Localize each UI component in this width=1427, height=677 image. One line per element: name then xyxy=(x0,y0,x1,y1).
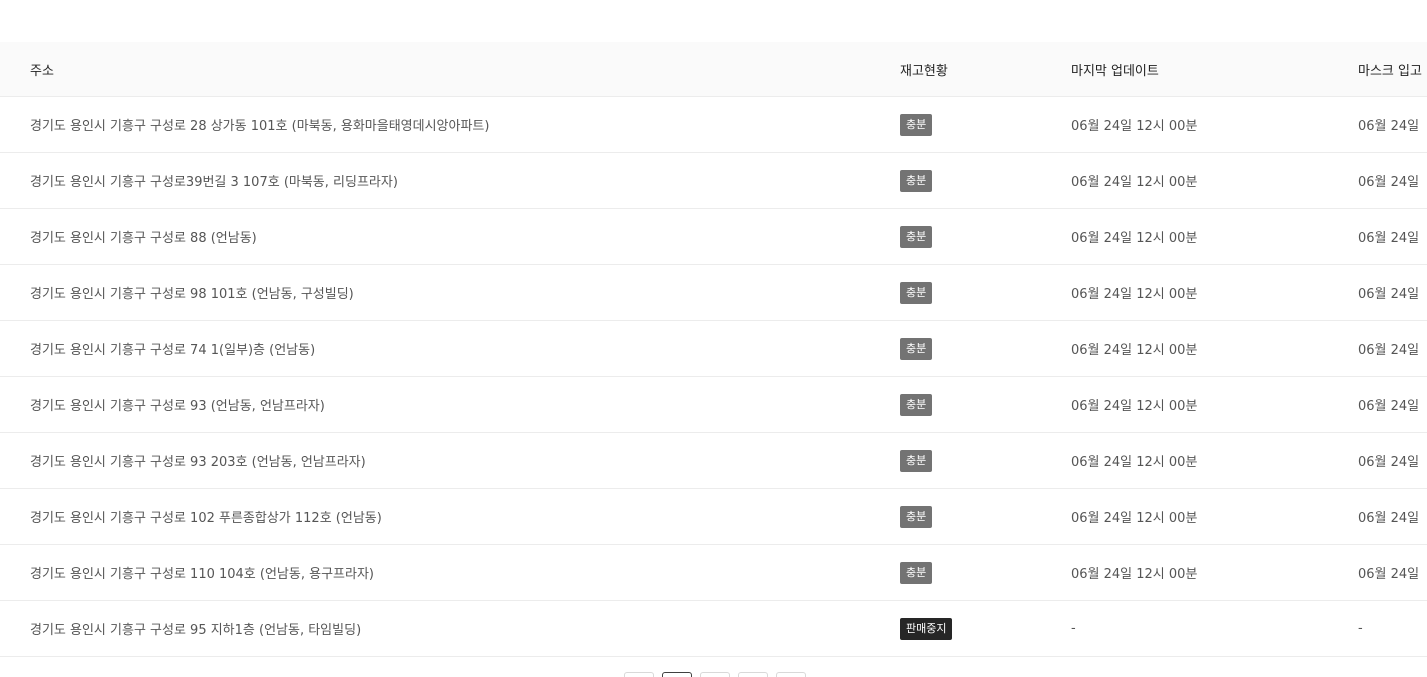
stock-badge: 충분 xyxy=(900,505,933,528)
header-stock: 재고현황 xyxy=(900,63,948,79)
row-mask-in: 06월 24일 xyxy=(1358,287,1420,302)
row-address: 경기도 용인시 기흥구 구성로 28 상가동 101호 (마북동, 용화마을태영… xyxy=(30,119,490,134)
row-last-update: 06월 24일 12시 00분 xyxy=(1071,399,1198,414)
row-mask-in: 06월 24일 xyxy=(1358,231,1420,246)
row-mask-in: 06월 24일 xyxy=(1358,175,1420,190)
stock-badge-stopped: 판매중지 xyxy=(900,617,953,640)
row-address: 경기도 용인시 기흥구 구성로 88 (언남동) xyxy=(30,231,257,246)
pagination-page-button[interactable] xyxy=(738,672,768,677)
stock-badge: 충분 xyxy=(900,449,933,472)
row-mask-in: 06월 24일 xyxy=(1358,455,1420,470)
table-row[interactable]: 경기도 용인시 기흥구 구성로 95 지하1층 (언남동, 타임빌딩) 판매중지… xyxy=(0,601,1427,657)
row-address: 경기도 용인시 기흥구 구성로 102 푸른종합상가 112호 (언남동) xyxy=(30,511,382,526)
row-last-update: 06월 24일 12시 00분 xyxy=(1071,175,1198,190)
row-mask-in: - xyxy=(1358,621,1363,636)
row-last-update: 06월 24일 12시 00분 xyxy=(1071,567,1198,582)
stock-badge: 충분 xyxy=(900,169,933,192)
row-address: 경기도 용인시 기흥구 구성로 110 104호 (언남동, 용구프라자) xyxy=(30,567,374,582)
page: 주소 재고현황 마지막 업데이트 마스크 입고 경기도 용인시 기흥구 구성로 … xyxy=(0,0,1427,677)
table-row[interactable]: 경기도 용인시 기흥구 구성로 28 상가동 101호 (마북동, 용화마을태영… xyxy=(0,97,1427,153)
row-address: 경기도 용인시 기흥구 구성로 93 203호 (언남동, 언남프라자) xyxy=(30,455,366,470)
table-row[interactable]: 경기도 용인시 기흥구 구성로 88 (언남동) 충분 06월 24일 12시 … xyxy=(0,209,1427,265)
stock-badge: 충분 xyxy=(900,281,933,304)
row-last-update: 06월 24일 12시 00분 xyxy=(1071,287,1198,302)
row-mask-in: 06월 24일 xyxy=(1358,119,1420,134)
pagination-next-button[interactable] xyxy=(776,672,806,677)
row-last-update: - xyxy=(1071,621,1076,636)
row-mask-in: 06월 24일 xyxy=(1358,567,1420,582)
stock-badge: 충분 xyxy=(900,393,933,416)
pagination-prev-button[interactable] xyxy=(624,672,654,677)
row-mask-in: 06월 24일 xyxy=(1358,511,1420,526)
header-address: 주소 xyxy=(30,63,54,79)
table-row[interactable]: 경기도 용인시 기흥구 구성로 93 203호 (언남동, 언남프라자) 충분 … xyxy=(0,433,1427,489)
pagination-page-button[interactable] xyxy=(700,672,730,677)
pharmacy-stock-table: 주소 재고현황 마지막 업데이트 마스크 입고 경기도 용인시 기흥구 구성로 … xyxy=(0,42,1427,657)
pagination-page-button-active[interactable] xyxy=(662,672,692,677)
row-address: 경기도 용인시 기흥구 구성로 74 1(일부)층 (언남동) xyxy=(30,343,316,358)
table-row[interactable]: 경기도 용인시 기흥구 구성로39번길 3 107호 (마북동, 리딩프라자) … xyxy=(0,153,1427,209)
stock-badge: 충분 xyxy=(900,113,933,136)
row-last-update: 06월 24일 12시 00분 xyxy=(1071,119,1198,134)
table-row[interactable]: 경기도 용인시 기흥구 구성로 98 101호 (언남동, 구성빌딩) 충분 0… xyxy=(0,265,1427,321)
row-mask-in: 06월 24일 xyxy=(1358,343,1420,358)
row-address: 경기도 용인시 기흥구 구성로39번길 3 107호 (마북동, 리딩프라자) xyxy=(30,175,398,190)
pagination xyxy=(624,672,806,677)
row-mask-in: 06월 24일 xyxy=(1358,399,1420,414)
row-address: 경기도 용인시 기흥구 구성로 98 101호 (언남동, 구성빌딩) xyxy=(30,287,354,302)
row-last-update: 06월 24일 12시 00분 xyxy=(1071,231,1198,246)
header-mask-in: 마스크 입고 xyxy=(1358,63,1422,79)
stock-badge: 충분 xyxy=(900,561,933,584)
table-row[interactable]: 경기도 용인시 기흥구 구성로 74 1(일부)층 (언남동) 충분 06월 2… xyxy=(0,321,1427,377)
table-row[interactable]: 경기도 용인시 기흥구 구성로 102 푸른종합상가 112호 (언남동) 충분… xyxy=(0,489,1427,545)
table-row[interactable]: 경기도 용인시 기흥구 구성로 93 (언남동, 언남프라자) 충분 06월 2… xyxy=(0,377,1427,433)
row-last-update: 06월 24일 12시 00분 xyxy=(1071,343,1198,358)
header-last-update: 마지막 업데이트 xyxy=(1071,63,1159,79)
table-row[interactable]: 경기도 용인시 기흥구 구성로 110 104호 (언남동, 용구프라자) 충분… xyxy=(0,545,1427,601)
row-address: 경기도 용인시 기흥구 구성로 95 지하1층 (언남동, 타임빌딩) xyxy=(30,623,362,638)
stock-badge: 충분 xyxy=(900,225,933,248)
row-address: 경기도 용인시 기흥구 구성로 93 (언남동, 언남프라자) xyxy=(30,399,325,414)
stock-badge: 충분 xyxy=(900,337,933,360)
table-header: 주소 재고현황 마지막 업데이트 마스크 입고 xyxy=(0,42,1427,97)
row-last-update: 06월 24일 12시 00분 xyxy=(1071,511,1198,526)
row-last-update: 06월 24일 12시 00분 xyxy=(1071,455,1198,470)
